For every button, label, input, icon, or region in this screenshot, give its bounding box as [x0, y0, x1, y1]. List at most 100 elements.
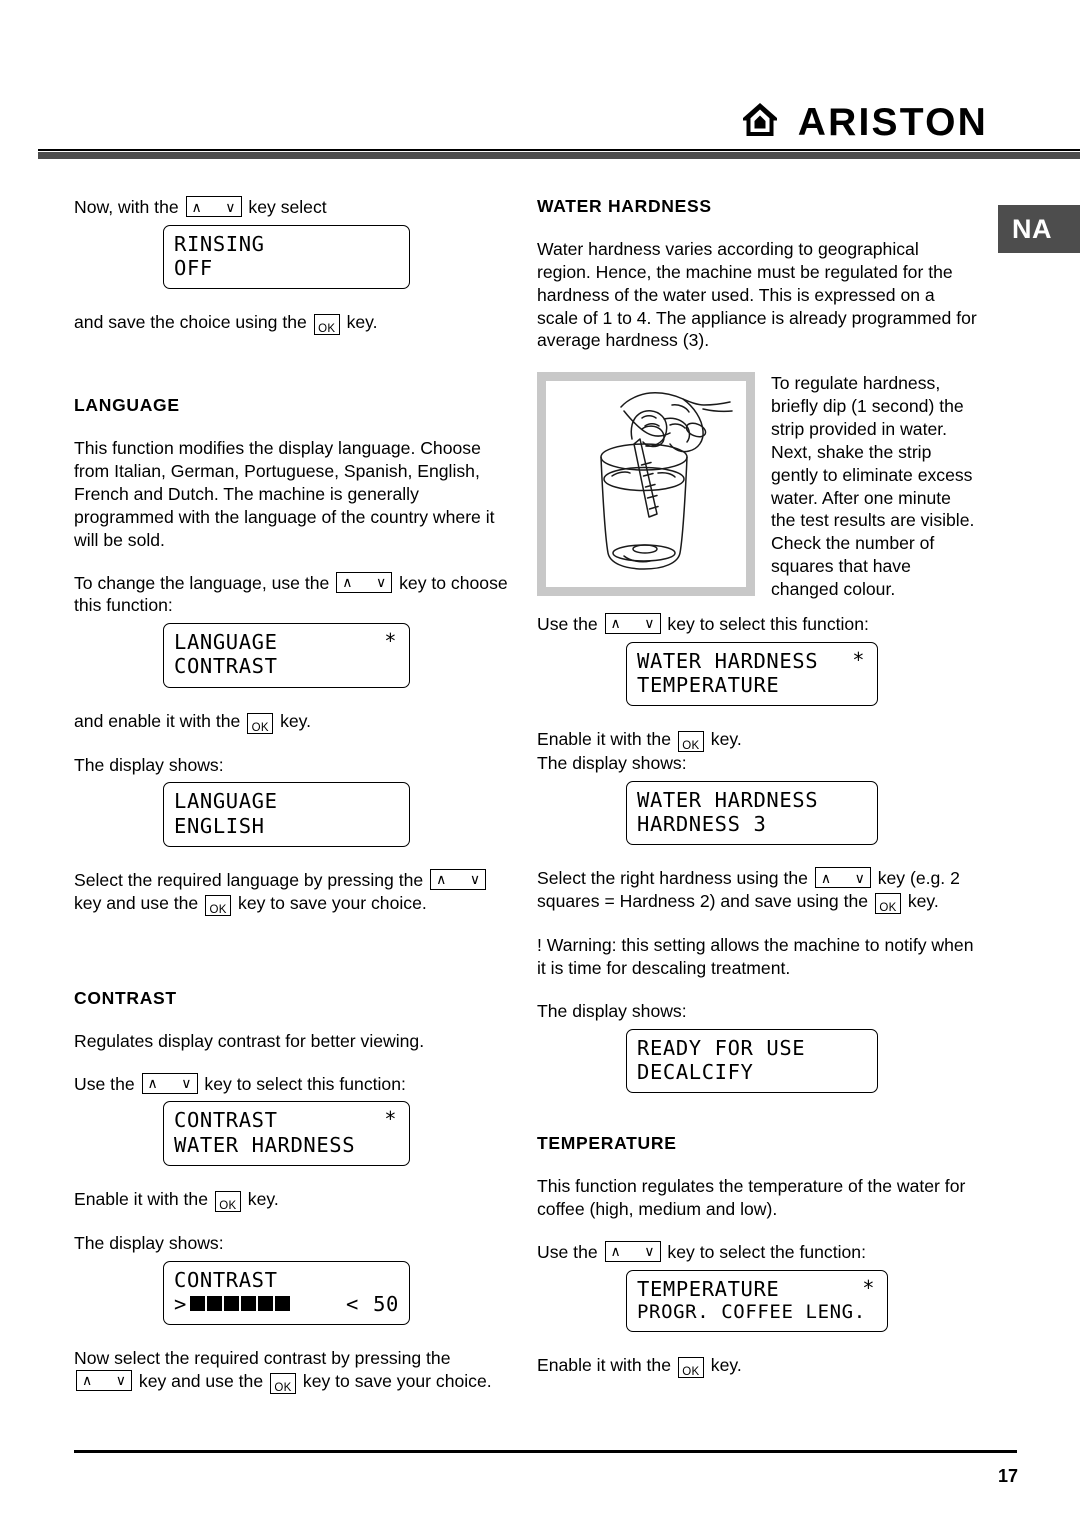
ok-key-icon: OK — [205, 894, 232, 916]
language-enable-before: and enable it with the — [74, 710, 241, 731]
contrast-use-after: key to select this function: — [204, 1073, 406, 1094]
contrast-use-before: Use the — [74, 1073, 135, 1094]
up-arrow-glyph: ∧ — [436, 871, 447, 888]
intro-text-before: Now, with the — [74, 197, 179, 217]
contrast-block — [240, 1296, 256, 1312]
up-arrow-glyph: ∧ — [191, 198, 202, 215]
wh-select-line: Select the right hardness using the ∧ ∨ … — [537, 867, 977, 915]
lcd-line-2: DECALCIFY — [637, 1059, 754, 1084]
ok-key-icon: OK — [313, 314, 340, 336]
wh-enable-before: Enable it with the — [537, 729, 671, 750]
up-arrow-glyph: ∧ — [82, 1372, 93, 1389]
language-display-shows: The display shows: — [74, 754, 224, 775]
increase-arrow-glyph: < — [345, 1291, 359, 1316]
contrast-level-blocks — [189, 1296, 290, 1312]
lcd-display-language-value: LANGUAGE ENGLISH — [163, 782, 410, 847]
ok-key-icon: OK — [270, 1372, 297, 1394]
down-arrow-glyph: ∨ — [854, 869, 865, 886]
header-divider — [38, 152, 1080, 159]
selection-marker: * — [384, 1107, 397, 1132]
lcd-line-2: WATER HARDNESS — [174, 1132, 356, 1157]
heading-contrast: CONTRAST — [74, 987, 177, 1008]
brand-name: ARISTON — [797, 101, 988, 144]
contrast-enable-after: key. — [247, 1188, 279, 1209]
lcd-line-1: TEMPERATURE — [637, 1276, 780, 1301]
updown-key-icon: ∧ ∨ — [185, 196, 242, 217]
lcd-line-1: WATER HARDNESS — [637, 648, 819, 673]
ok-key-label: OK — [274, 1381, 292, 1394]
lcd-display-water-hardness-menu: * WATER HARDNESS TEMPERATURE — [626, 641, 878, 707]
temp-use-before: Use the — [537, 1241, 598, 1262]
language-paragraph: This function modifies the display langu… — [74, 438, 495, 550]
lcd-display-temperature-menu: * TEMPERATURE PROGR. COFFEE LENG. — [626, 1269, 888, 1333]
down-arrow-glyph: ∨ — [469, 871, 481, 888]
illustration-block: To regulate hardness, briefly dip (1 sec… — [537, 372, 977, 601]
lcd-line-2: HARDNESS 3 — [637, 812, 767, 837]
temperature-paragraph: This function regulates the temperature … — [537, 1176, 966, 1220]
up-arrow-glyph: ∧ — [147, 1075, 158, 1092]
up-arrow-glyph: ∧ — [342, 574, 353, 591]
language-choose-before: To change the language, use the — [74, 572, 330, 593]
ok-key-label: OK — [879, 902, 897, 915]
down-arrow-glyph: ∨ — [644, 1243, 655, 1260]
lcd-line-2: CONTRAST — [174, 654, 278, 679]
water-hardness-use-line: Use the ∧ ∨ key to select this function: — [537, 612, 977, 636]
ok-key-label: OK — [251, 721, 269, 734]
updown-key-icon: ∧ ∨ — [141, 1072, 198, 1094]
ok-key-label: OK — [318, 323, 336, 336]
updown-key-icon: ∧ ∨ — [76, 1369, 132, 1391]
region-badge: NA — [998, 205, 1080, 253]
temp-use-after: key to select the function: — [667, 1241, 866, 1262]
language-select-line: Select the required language by pressing… — [74, 868, 514, 916]
lcd-display-ready-for-use: READY FOR USE DECALCIFY — [626, 1028, 878, 1094]
down-arrow-glyph: ∨ — [225, 198, 236, 215]
wh-enable-after: key. — [710, 729, 742, 750]
brand-logo: ARISTON — [740, 100, 988, 145]
down-arrow-glyph: ∨ — [115, 1372, 126, 1389]
lcd-display-rinsing: RINSING OFF — [163, 224, 410, 290]
selection-marker: * — [862, 1275, 875, 1300]
wh-display-shows-2: The display shows: — [537, 1000, 687, 1021]
wh-display-shows: The display shows: — [537, 753, 687, 774]
language-select-before: Select the required language by pressing… — [74, 869, 424, 890]
down-arrow-glyph: ∨ — [375, 574, 387, 591]
language-enable-line: and enable it with the OK key. — [74, 710, 514, 734]
language-enable-after: key. — [280, 710, 312, 731]
contrast-now-after: key to save your choice. — [302, 1370, 492, 1391]
down-arrow-glyph: ∨ — [644, 615, 655, 632]
save-text-after: key. — [346, 312, 378, 333]
lcd-display-hardness-value: WATER HARDNESS HARDNESS 3 — [626, 780, 878, 846]
updown-key-icon: ∧ ∨ — [430, 868, 487, 890]
contrast-use-line: Use the ∧ ∨ key to select this function: — [74, 1072, 514, 1096]
ok-key-icon: OK — [677, 731, 704, 753]
water-hardness-paragraph: Water hardness varies according to geogr… — [537, 239, 977, 351]
up-arrow-glyph: ∧ — [820, 869, 832, 886]
lcd-line-1: READY FOR USE — [637, 1035, 806, 1060]
lcd-line-2: TEMPERATURE — [637, 672, 780, 697]
contrast-display-shows: The display shows: — [74, 1232, 224, 1253]
ok-key-icon: OK — [874, 893, 901, 915]
wh-use-after: key to select this function: — [667, 613, 869, 634]
contrast-bar-row: > < 50 — [174, 1292, 399, 1316]
page-number: 17 — [997, 1466, 1018, 1486]
ok-key-icon: OK — [677, 1357, 704, 1379]
wh-select-before: Select the right hardness using the — [537, 868, 808, 889]
contrast-paragraph: Regulates display contrast for better vi… — [74, 1030, 425, 1051]
wh-select-end: key. — [907, 891, 939, 912]
down-arrow-glyph: ∨ — [181, 1075, 192, 1092]
contrast-value: 50 — [373, 1291, 399, 1316]
intro-line: Now, with the ∧ ∨ key select — [74, 196, 514, 219]
temperature-use-line: Use the ∧ ∨ key to select the function: — [537, 1240, 977, 1264]
ok-key-label: OK — [682, 1366, 700, 1379]
lcd-display-contrast-menu: * CONTRAST WATER HARDNESS — [163, 1101, 410, 1166]
heading-temperature: TEMPERATURE — [537, 1133, 677, 1154]
language-choose-line: To change the language, use the ∧ ∨ key … — [74, 571, 514, 618]
selection-marker: * — [852, 647, 865, 672]
lcd-line-1: CONTRAST — [174, 1108, 278, 1133]
home-icon — [740, 100, 780, 145]
hand-dipping-test-strip-illustration — [537, 372, 755, 597]
page-header: ARISTON — [0, 0, 1080, 160]
lcd-line-2: PROGR. COFFEE LENG. — [637, 1300, 866, 1323]
water-hardness-enable-line: Enable it with the OK key. — [537, 728, 977, 753]
lcd-line-1: CONTRAST — [174, 1267, 278, 1292]
